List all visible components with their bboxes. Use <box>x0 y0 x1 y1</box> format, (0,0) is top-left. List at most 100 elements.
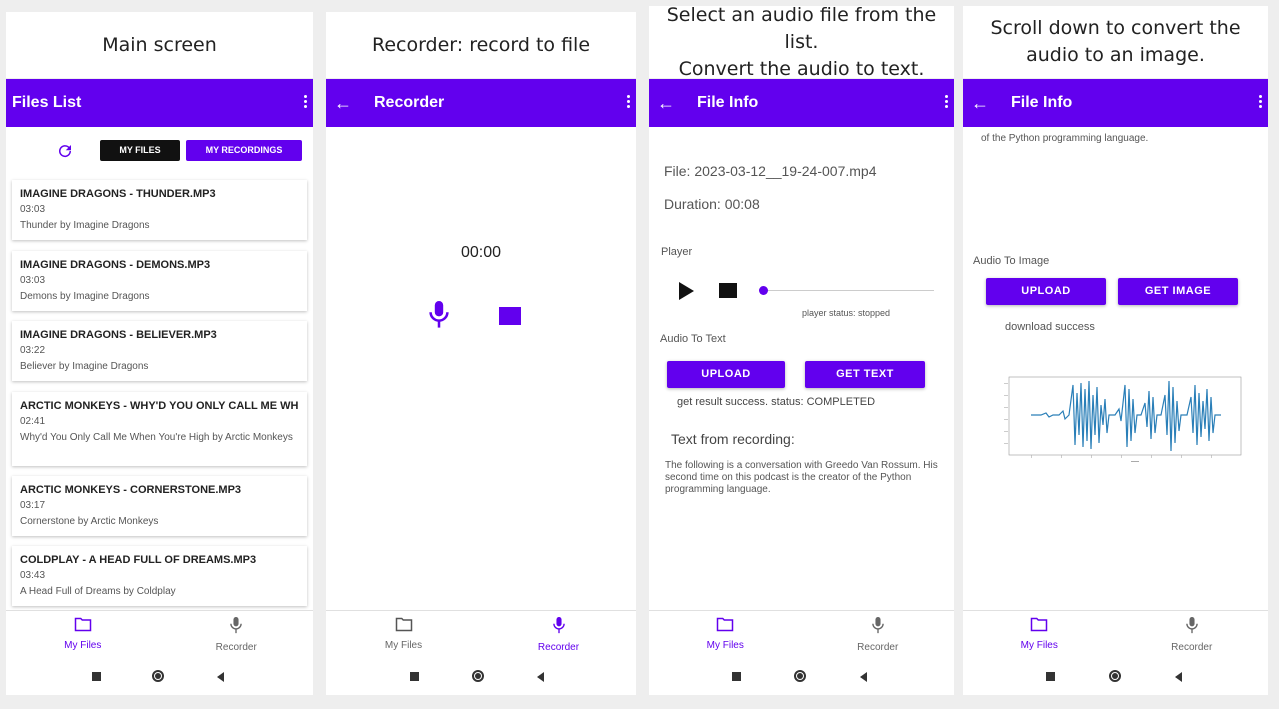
overflow-menu-icon[interactable] <box>627 95 630 110</box>
phone-file-info-text: ← File Info File: 2023-03-12__19-24-007.… <box>649 79 954 695</box>
waveform-image <box>1004 376 1242 462</box>
list-item-duration: 03:43 <box>20 570 46 581</box>
nav-recorder[interactable]: Recorder <box>160 617 314 653</box>
download-status: download success <box>1005 321 1095 333</box>
back-arrow-icon[interactable]: ← <box>334 93 374 114</box>
overflow-menu-icon[interactable] <box>1259 95 1262 110</box>
app-bar: Files List <box>6 79 313 127</box>
list-item-duration: 03:03 <box>20 275 46 286</box>
back-icon[interactable] <box>537 672 544 682</box>
seekbar-thumb[interactable] <box>759 286 768 295</box>
system-nav-bar <box>963 660 1268 695</box>
overflow-menu-icon[interactable] <box>945 95 948 110</box>
tab-my-recordings[interactable]: MY RECORDINGS <box>186 140 302 161</box>
stop-record-button[interactable] <box>499 307 521 325</box>
list-item-duration: 03:22 <box>20 345 46 356</box>
upload-button[interactable]: UPLOAD <box>986 278 1106 305</box>
folder-icon <box>1031 617 1048 632</box>
caption-main-screen: Main screen <box>6 12 313 78</box>
folder-icon <box>717 617 734 632</box>
app-bar: ← File Info <box>963 79 1268 127</box>
mic-icon <box>230 617 243 634</box>
audio-to-image-label: Audio To Image <box>973 255 1050 267</box>
stop-icon[interactable] <box>719 283 737 298</box>
list-item-title: ARCTIC MONKEYS - WHY'D YOU ONLY CALL ME … <box>20 400 299 412</box>
back-icon[interactable] <box>860 672 867 682</box>
bottom-nav: My Files Recorder <box>649 610 954 660</box>
nav-my-files[interactable]: My Files <box>649 617 802 651</box>
system-nav-bar <box>6 660 313 695</box>
text-heading: Text from recording: <box>671 431 795 447</box>
list-item-title: ARCTIC MONKEYS - CORNERSTONE.MP3 <box>20 484 242 496</box>
list-item-subtitle: Believer by Imagine Dragons <box>20 361 149 372</box>
caption-text: Main screen <box>102 33 217 56</box>
list-item[interactable]: IMAGINE DRAGONS - BELIEVER.MP3 03:22 Bel… <box>12 321 307 381</box>
back-arrow-icon[interactable]: ← <box>657 93 697 114</box>
home-icon[interactable] <box>1109 670 1121 682</box>
tab-my-files-label: MY FILES <box>119 145 161 155</box>
phone-recorder: ← Recorder 00:00 My Files Recorder <box>326 79 636 695</box>
get-text-button[interactable]: GET TEXT <box>805 361 925 388</box>
player-seekbar[interactable] <box>759 290 934 291</box>
list-item[interactable]: IMAGINE DRAGONS - THUNDER.MP3 03:03 Thun… <box>12 180 307 240</box>
recents-icon[interactable] <box>410 672 419 681</box>
caption-text: Scroll down to convert the audio to an i… <box>990 17 1241 66</box>
tab-my-files[interactable]: MY FILES <box>100 140 180 161</box>
nav-my-files[interactable]: My Files <box>6 617 160 651</box>
refresh-icon[interactable] <box>56 142 74 160</box>
upload-button-label: UPLOAD <box>1021 285 1071 297</box>
nav-recorder[interactable]: Recorder <box>802 617 955 653</box>
result-status: get result success. status: COMPLETED <box>677 396 876 408</box>
recents-icon[interactable] <box>732 672 741 681</box>
nav-label: Recorder <box>215 642 257 653</box>
list-item-subtitle: Thunder by Imagine Dragons <box>20 220 150 231</box>
mic-icon <box>1185 617 1198 634</box>
play-icon[interactable] <box>677 282 695 300</box>
nav-label: My Files <box>706 640 744 651</box>
recents-icon[interactable] <box>92 672 101 681</box>
home-icon[interactable] <box>472 670 484 682</box>
upload-button[interactable]: UPLOAD <box>667 361 785 388</box>
list-item[interactable]: ARCTIC MONKEYS - CORNERSTONE.MP3 03:17 C… <box>12 476 307 536</box>
recents-icon[interactable] <box>1046 672 1055 681</box>
list-item-subtitle: Demons by Imagine Dragons <box>20 291 150 302</box>
list-item-duration: 03:03 <box>20 204 46 215</box>
back-icon[interactable] <box>217 672 224 682</box>
player-label: Player <box>661 246 693 258</box>
back-arrow-icon[interactable]: ← <box>971 93 1011 114</box>
back-icon[interactable] <box>1175 672 1182 682</box>
list-item[interactable]: COLDPLAY - A HEAD FULL OF DREAMS.MP3 03:… <box>12 546 307 606</box>
list-item[interactable]: ARCTIC MONKEYS - WHY'D YOU ONLY CALL ME … <box>12 392 307 466</box>
list-item-title: IMAGINE DRAGONS - THUNDER.MP3 <box>20 188 216 200</box>
nav-my-files[interactable]: My Files <box>963 617 1116 651</box>
folder-icon <box>74 617 91 632</box>
list-item-title: COLDPLAY - A HEAD FULL OF DREAMS.MP3 <box>20 554 257 566</box>
nav-recorder[interactable]: Recorder <box>1116 617 1269 653</box>
nav-label: My Files <box>64 640 102 651</box>
nav-label: My Files <box>1020 640 1058 651</box>
bottom-nav: My Files Recorder <box>326 610 636 660</box>
list-item[interactable]: IMAGINE DRAGONS - DEMONS.MP3 03:03 Demon… <box>12 251 307 311</box>
nav-label: Recorder <box>857 642 899 653</box>
nav-label: Recorder <box>1171 642 1213 653</box>
nav-my-files[interactable]: My Files <box>326 617 481 651</box>
list-item-title: IMAGINE DRAGONS - BELIEVER.MP3 <box>20 329 217 341</box>
record-mic-icon[interactable] <box>429 301 449 329</box>
file-duration: Duration: 00:08 <box>664 196 760 212</box>
list-item-subtitle: Cornerstone by Arctic Monkeys <box>20 516 159 527</box>
caption-recorder: Recorder: record to file <box>326 12 636 78</box>
list-item-duration: 03:17 <box>20 500 46 511</box>
home-icon[interactable] <box>152 670 164 682</box>
home-icon[interactable] <box>794 670 806 682</box>
app-bar: ← File Info <box>649 79 954 127</box>
nav-recorder[interactable]: Recorder <box>481 617 636 653</box>
caption-text: Select an audio file from the list. Conv… <box>666 3 937 80</box>
system-nav-bar <box>326 660 636 695</box>
upload-button-label: UPLOAD <box>701 368 751 380</box>
overflow-menu-icon[interactable] <box>304 95 307 110</box>
waveform-ticks <box>1004 383 1008 444</box>
get-image-button-label: GET IMAGE <box>1144 285 1212 297</box>
app-bar-title: Recorder <box>374 94 445 111</box>
get-image-button[interactable]: GET IMAGE <box>1118 278 1238 305</box>
app-bar-title: File Info <box>697 94 759 111</box>
